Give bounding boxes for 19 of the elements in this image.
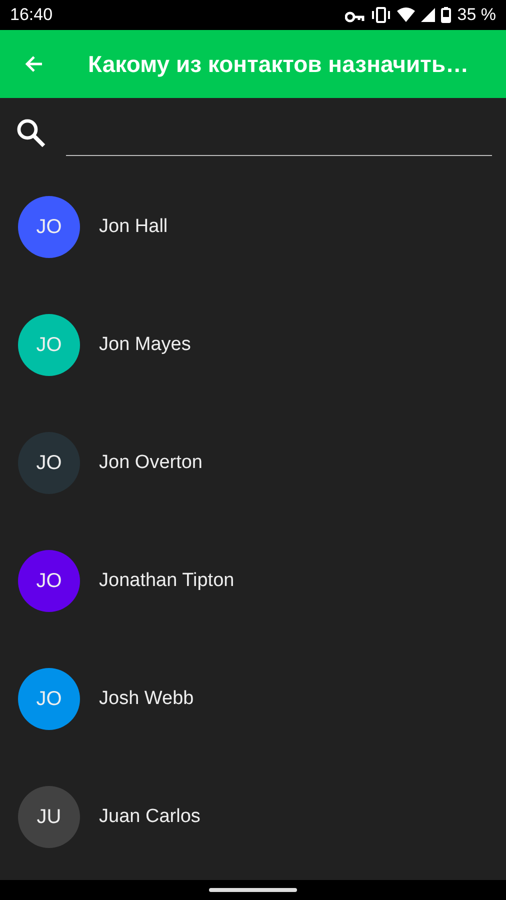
contact-name[interactable]: Jonathan Tipton <box>99 570 234 592</box>
vibrate-icon <box>371 7 392 23</box>
contact-name[interactable]: Jon Overton <box>99 452 202 474</box>
signal-icon <box>421 8 436 22</box>
contact-avatar: JO <box>18 196 80 258</box>
contact-name[interactable]: Josh Webb <box>99 688 194 710</box>
battery-icon <box>441 7 452 23</box>
app-bar-title: Какому из контактов назначить… <box>88 50 469 78</box>
contact-name[interactable]: Jon Mayes <box>99 334 191 356</box>
contact-avatar: JO <box>18 314 80 376</box>
contact-avatar: JO <box>18 550 80 612</box>
contact-avatar: JO <box>18 432 80 494</box>
contact-avatar: JO <box>18 668 80 730</box>
contact-avatar: JU <box>18 786 80 848</box>
contact-name[interactable]: Jon Hall <box>99 216 168 238</box>
wifi-icon <box>397 7 416 23</box>
contact-name[interactable]: Juan Carlos <box>99 806 200 828</box>
status-time: 16:40 <box>10 5 53 25</box>
battery-percent: 35 % <box>457 5 496 25</box>
